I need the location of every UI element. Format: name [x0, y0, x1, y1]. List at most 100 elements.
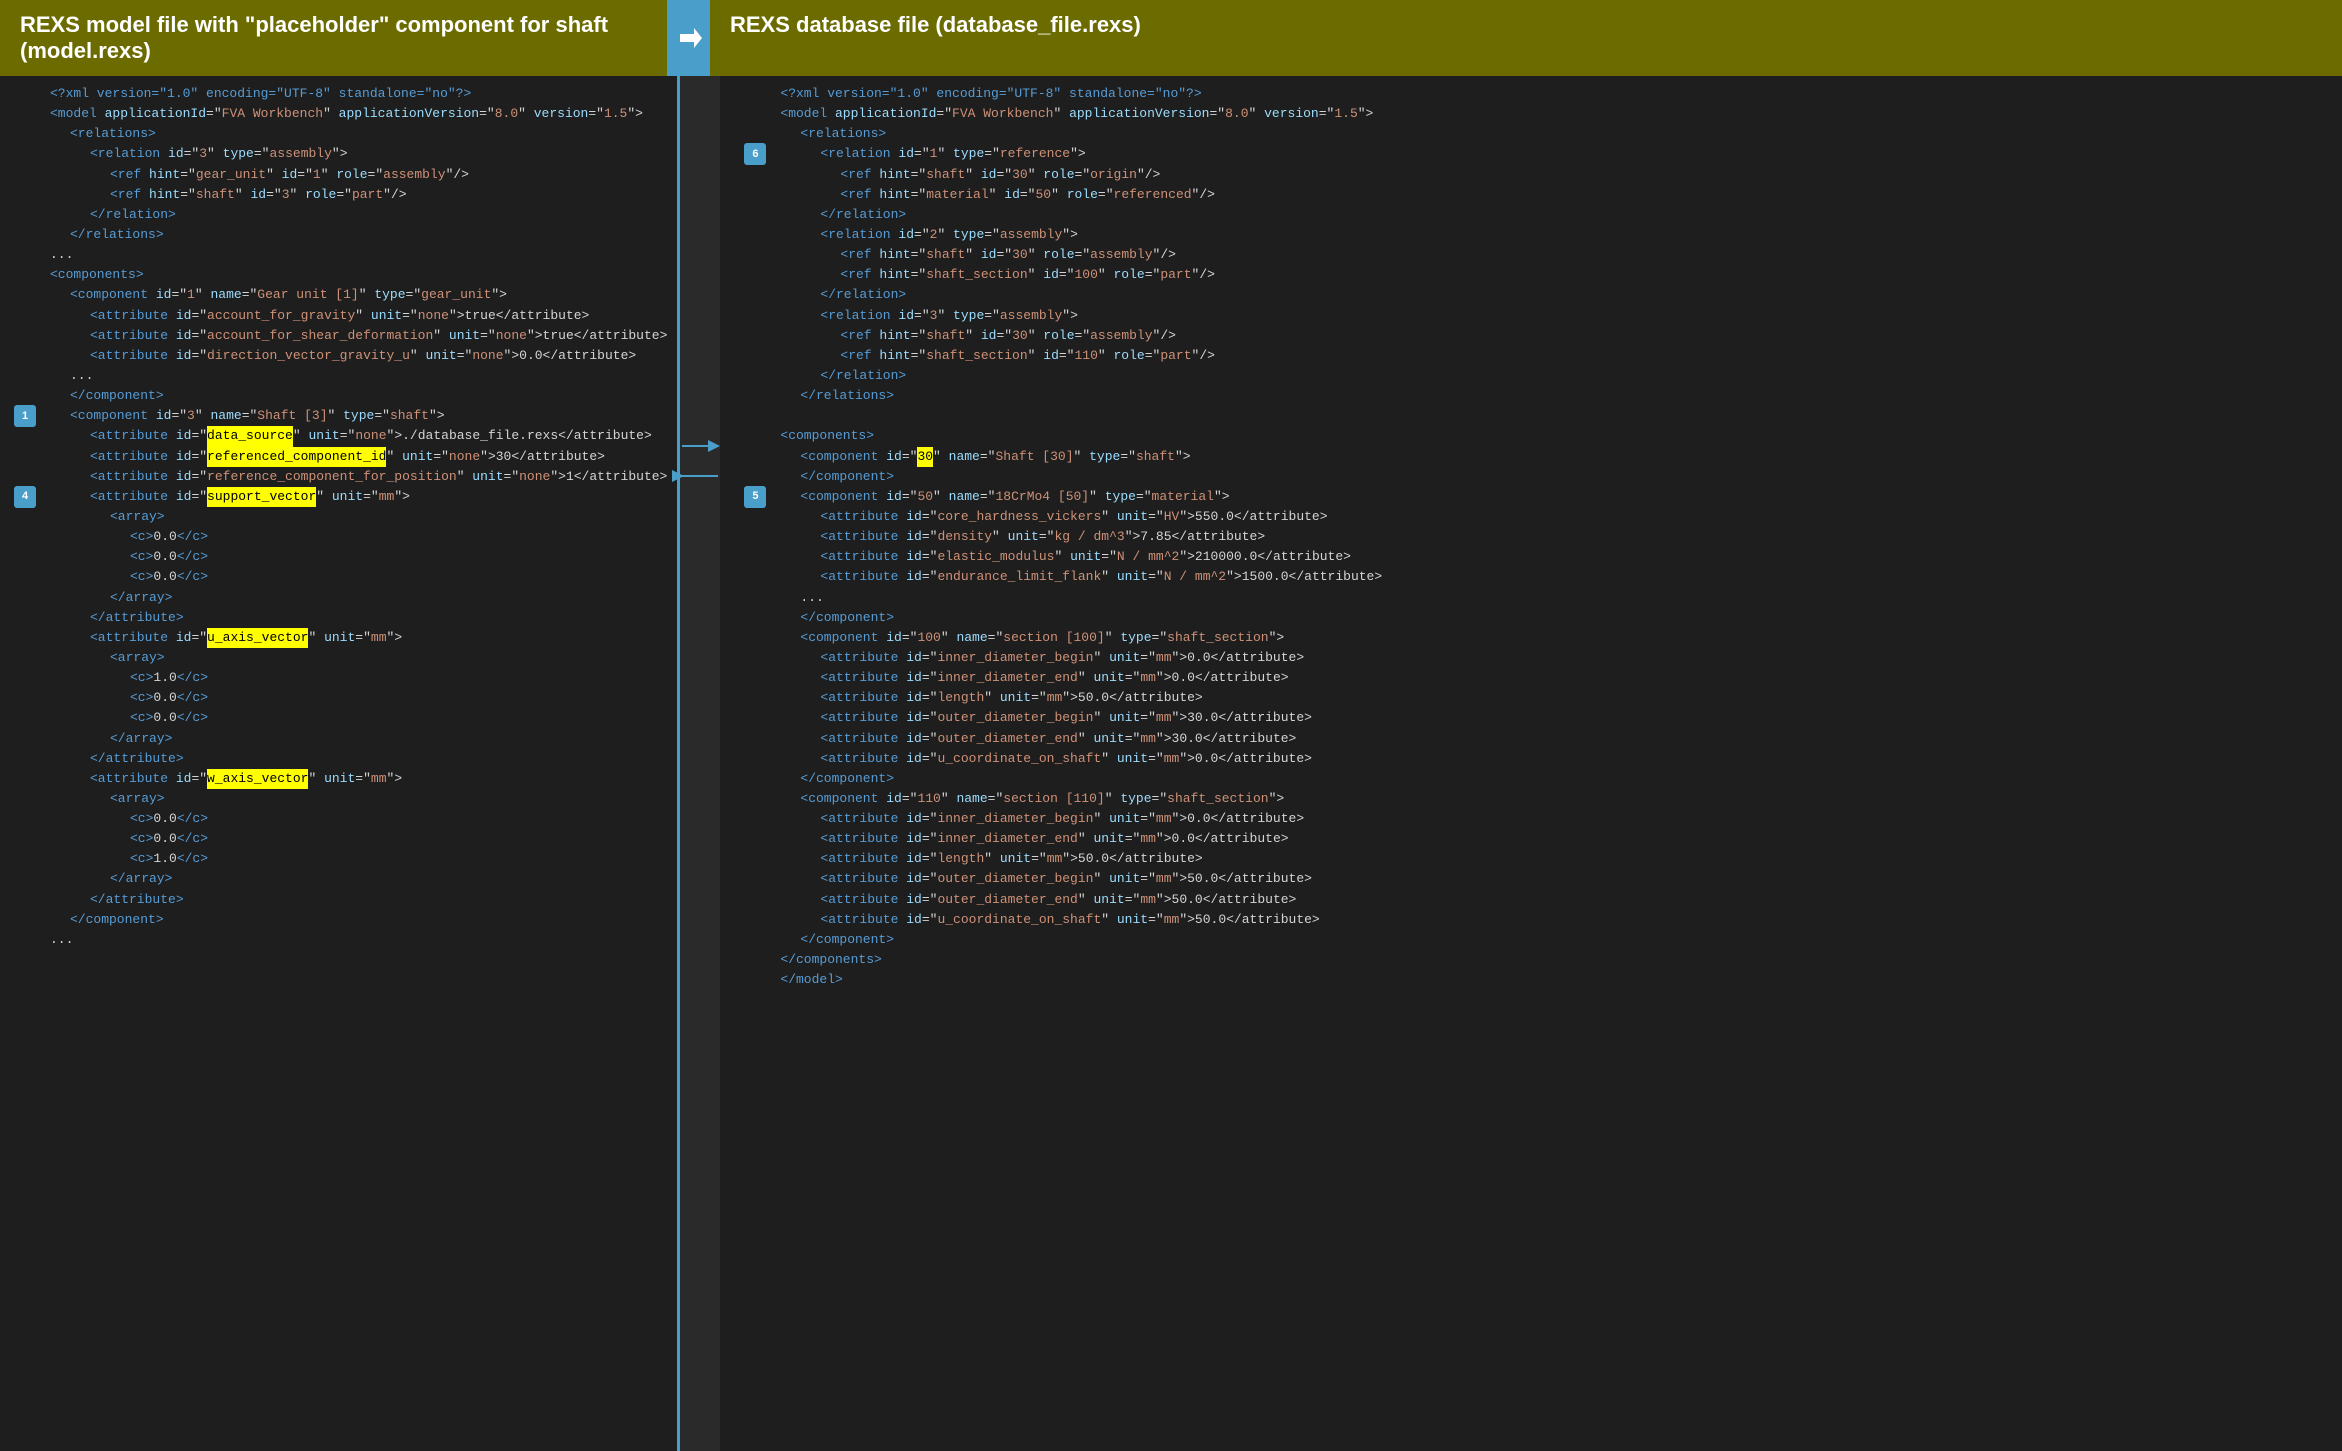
attr: unit	[324, 769, 355, 789]
text: 0.0	[153, 547, 176, 567]
text: "	[1101, 567, 1117, 587]
text: ="	[922, 567, 938, 587]
code-line: </attribute>	[50, 890, 667, 910]
text: "	[1105, 789, 1121, 809]
attr-val: FVA Workbench	[222, 104, 323, 124]
attr-val: 1	[313, 165, 321, 185]
text: "	[457, 467, 473, 487]
code-line: <relation id="3" type="assembly">	[50, 144, 667, 164]
text: ="	[191, 346, 207, 366]
attr-val: mm	[1156, 648, 1172, 668]
text: ="	[1152, 628, 1168, 648]
xml-tag: </array>	[110, 588, 172, 608]
text: "/>	[1153, 245, 1176, 265]
text: ="	[988, 789, 1004, 809]
text: ="	[980, 447, 996, 467]
text: "	[195, 285, 211, 305]
text: ">./database_file.rexs</attribute>	[387, 426, 652, 446]
text: ="	[1039, 527, 1055, 547]
xml-tag: <attribute	[820, 648, 906, 668]
text: "	[518, 104, 534, 124]
attr: id	[981, 165, 997, 185]
attr-val: 30	[1012, 165, 1028, 185]
attr: id	[906, 567, 922, 587]
xml-pi: <?xml version="1.0" encoding="UTF-8" sta…	[780, 84, 1201, 104]
attr-val: outer_diameter_end	[937, 890, 1077, 910]
code-line-badge-1: 1 <component id="3" name="Shaft [3]" typ…	[50, 406, 667, 426]
xml-tag: <component	[70, 285, 156, 305]
xml-tag: <attribute	[90, 628, 176, 648]
attr: type	[1120, 628, 1151, 648]
xml-tag: </component>	[800, 769, 894, 789]
code-line: <array>	[50, 648, 667, 668]
attr-val: 1	[930, 144, 938, 164]
xml-tag: <attribute	[90, 769, 176, 789]
xml-tag: </attribute>	[90, 890, 184, 910]
text: ="	[922, 890, 938, 910]
text: ">30.0</attribute>	[1156, 729, 1296, 749]
attr: id	[906, 869, 922, 889]
xml-tag: <relations>	[70, 124, 156, 144]
text: "	[933, 487, 949, 507]
attr-val: elastic_modulus	[937, 547, 1054, 567]
xml-tag: </array>	[110, 869, 172, 889]
attr-val: direction_vector_gravity_u	[207, 346, 410, 366]
text: ="	[191, 628, 207, 648]
attr-val: inner_diameter_begin	[937, 648, 1093, 668]
xml-tag: <array>	[110, 648, 165, 668]
attr-val: shaft_section	[1167, 628, 1268, 648]
header-row: REXS model file with "placeholder" compo…	[0, 0, 2342, 76]
code-line: </attribute>	[50, 749, 667, 769]
text: ="	[922, 869, 938, 889]
text: ="	[1059, 346, 1075, 366]
text: ="	[191, 467, 207, 487]
text: ">7.85</attribute>	[1125, 527, 1265, 547]
code-line: <c>1.0</c>	[50, 668, 667, 688]
xml-tag: <component	[800, 789, 886, 809]
attr: type	[953, 144, 984, 164]
attr: id	[906, 668, 922, 688]
attr-val: 3	[930, 306, 938, 326]
xml-tag: <attribute	[820, 890, 906, 910]
text: ="	[1140, 869, 1156, 889]
code-line: <ref hint="gear_unit" id="1" role="assem…	[50, 165, 667, 185]
attr-val: 30	[1012, 245, 1028, 265]
xml-tag: <array>	[110, 789, 165, 809]
attr-val: 1	[187, 285, 195, 305]
xml-tag: <component	[800, 447, 886, 467]
attr-val: 8.0	[495, 104, 518, 124]
attr: applicationVersion	[1069, 104, 1209, 124]
attr-val: referenced	[1114, 185, 1192, 205]
xml-tag: <ref	[840, 165, 879, 185]
text: "/>	[1153, 326, 1176, 346]
attr-val: part	[1160, 346, 1191, 366]
text: ="	[363, 487, 379, 507]
xml-tag: </c>	[177, 688, 208, 708]
attr-val: account_for_gravity	[207, 306, 355, 326]
attr-val: mm	[379, 487, 395, 507]
text: ="	[433, 447, 449, 467]
attr: id	[906, 507, 922, 527]
attr-val: shaft	[390, 406, 429, 426]
text: ="	[1075, 326, 1091, 346]
code-line: <relation id="3" type="assembly">	[780, 306, 2332, 326]
attr-val: material	[926, 185, 988, 205]
text: "/>	[383, 185, 406, 205]
attr: unit	[1008, 527, 1039, 547]
xml-tag: <attribute	[820, 910, 906, 930]
attr: type	[374, 285, 405, 305]
attr: type	[953, 306, 984, 326]
xml-tag: </relation>	[820, 285, 906, 305]
attr-val: none	[496, 326, 527, 346]
xml-tag: <model	[50, 104, 105, 124]
code-line: </component>	[780, 769, 2332, 789]
text: "	[1098, 265, 1114, 285]
xml-tag: <c>	[130, 809, 153, 829]
attr-val: assembly	[1000, 306, 1062, 326]
text: 1.0	[153, 849, 176, 869]
text: ">	[332, 144, 348, 164]
arrow-right-icon	[676, 24, 704, 52]
code-line: <attribute id="account_for_shear_deforma…	[50, 326, 667, 346]
code-line: <ref hint="shaft_section" id="100" role=…	[780, 265, 2332, 285]
text: ="	[340, 426, 356, 446]
